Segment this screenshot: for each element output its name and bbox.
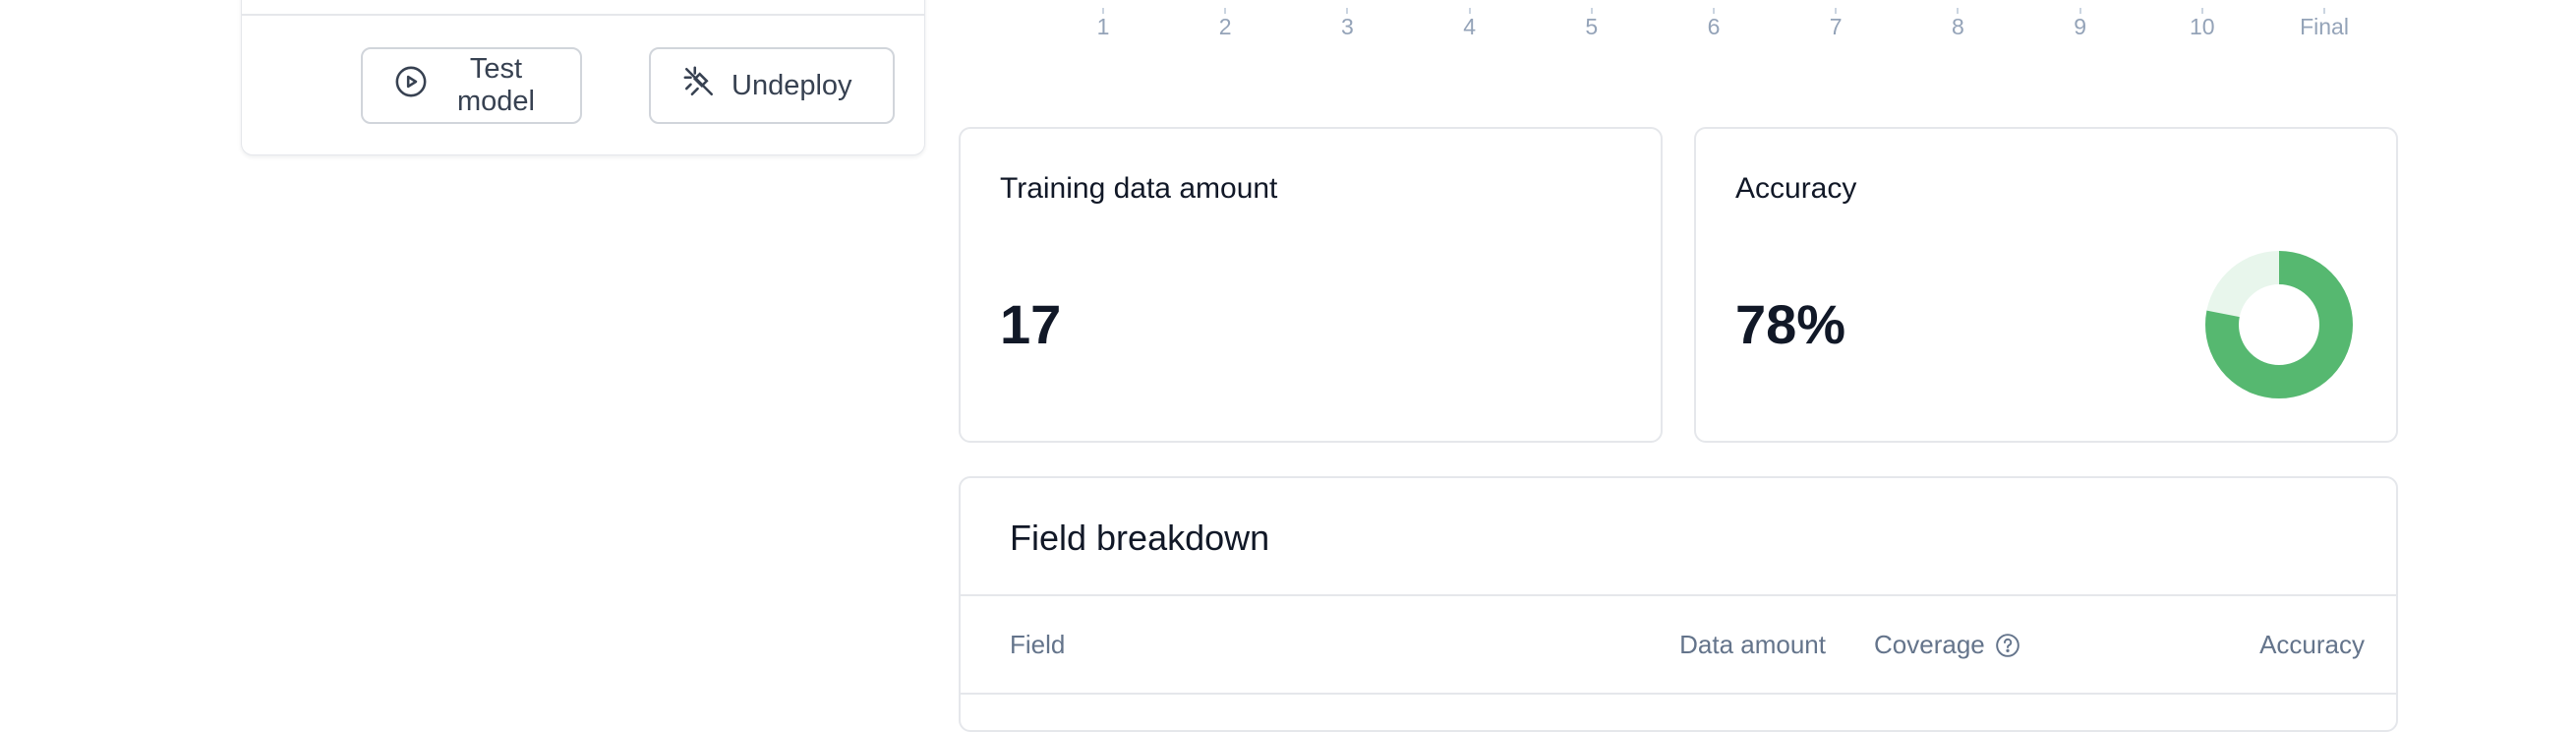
accuracy-title: Accuracy [1735, 172, 1857, 205]
test-model-label: Test model [457, 53, 535, 117]
x-axis-tick-label: 6 [1707, 14, 1721, 39]
x-axis-tick-label: 9 [2074, 14, 2086, 39]
column-header-field[interactable]: Field [1010, 630, 1065, 660]
training-data-title: Training data amount [1000, 172, 1278, 205]
breakdown-divider [961, 594, 2396, 596]
field-breakdown-panel: Field breakdown Field Data amount Covera… [959, 476, 2398, 732]
play-circle-icon [394, 65, 428, 106]
accuracy-card: Accuracy 78% [1694, 127, 2398, 443]
x-axis-tick-label: Final [2300, 14, 2349, 39]
training-data-value: 17 [1000, 293, 1062, 355]
column-header-data-amount-label: Data amount [1679, 630, 1826, 659]
x-axis-tick-label: 5 [1585, 14, 1599, 39]
help-circle-icon[interactable] [1995, 633, 2020, 658]
undeploy-button[interactable]: Undeploy [649, 47, 895, 124]
accuracy-donut-chart [2205, 251, 2353, 398]
column-header-accuracy[interactable]: Accuracy [2259, 630, 2365, 660]
column-header-data-amount[interactable]: Data amount [1679, 630, 1826, 660]
undeploy-label: Undeploy [732, 69, 852, 101]
x-axis-tick-label: 7 [1829, 14, 1843, 39]
field-breakdown-title: Field breakdown [1010, 518, 1270, 558]
x-axis-tick-label: 3 [1340, 14, 1354, 39]
breakdown-header-divider [961, 693, 2396, 695]
column-header-field-label: Field [1010, 630, 1066, 659]
x-axis-tick-label: 1 [1096, 14, 1110, 39]
x-axis-tick-label: 2 [1218, 14, 1232, 39]
column-header-accuracy-label: Accuracy [2259, 630, 2365, 659]
column-header-coverage-label: Coverage [1874, 630, 1985, 659]
x-axis-tick-label: 4 [1463, 14, 1476, 39]
x-axis-tick-label: 8 [1951, 14, 1964, 39]
card-divider [242, 14, 924, 16]
unplug-icon [682, 65, 716, 106]
x-axis-tick-label: 10 [2190, 14, 2215, 39]
model-actions-card: Test model Undeploy [241, 0, 925, 155]
column-header-coverage[interactable]: Coverage [1874, 630, 2020, 660]
chart-x-axis: 1 2 3 4 5 6 7 8 9 10 Final [1042, 8, 2379, 53]
accuracy-value: 78% [1735, 293, 1846, 355]
training-data-card: Training data amount 17 [959, 127, 1663, 443]
test-model-button[interactable]: Test model [361, 47, 582, 124]
